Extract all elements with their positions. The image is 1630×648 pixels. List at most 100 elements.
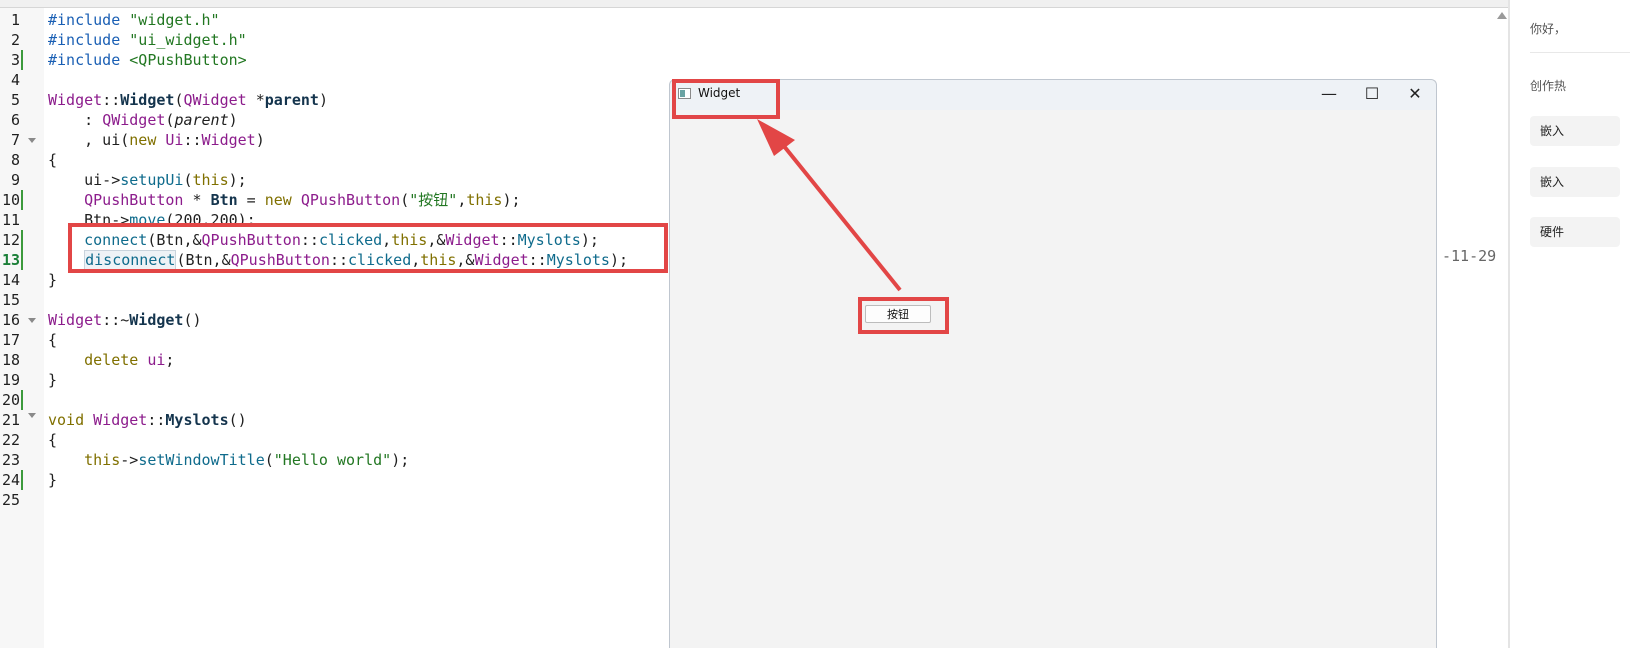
token: QWidget [183,91,247,109]
line-number: 1 [10,11,20,29]
code-line-1: #include "widget.h" [48,10,220,30]
line-number: 3 [10,51,20,69]
line-number: 16 [1,311,20,329]
token: ); [502,191,521,209]
token: ui [147,351,166,369]
token: ); [391,451,410,469]
token: ( [400,191,410,209]
line-number: 23 [1,451,20,469]
token: Widget [129,311,184,329]
token: QPushButton [300,191,401,209]
scroll-up-icon[interactable] [1497,12,1507,19]
code-line-6: : QWidget(parent) [48,110,238,130]
code-line-8: { [48,151,58,169]
line-number: 10 [1,191,20,209]
change-marker [21,390,23,410]
line-number: 15 [1,291,20,309]
close-button[interactable]: ✕ [1393,80,1437,110]
token: Widget [201,131,256,149]
line-number: 19 [1,371,20,389]
line-number: 24 [1,471,20,489]
inline-annotation: -11-29 [1442,247,1497,265]
token: :: [147,411,166,429]
change-marker [21,250,23,270]
token: () [183,311,202,329]
line-number: 8 [10,151,20,169]
token: <QPushButton> [120,51,247,69]
token: setupUi [120,171,184,189]
token: this [84,451,121,469]
code-line-18: delete ui; [48,350,174,370]
embed-button-2[interactable]: 嵌入 [1530,167,1620,197]
code-line-21: void Widget::Myslots() [48,410,247,430]
line-number: 12 [1,231,20,249]
embed-button-1[interactable]: 嵌入 [1530,116,1620,146]
token: delete [84,351,139,369]
token: () [228,411,247,429]
widget-window[interactable]: Widget — ☐ ✕ 按钮 [669,79,1437,648]
divider [1530,52,1630,53]
code-line-7: , ui(new Ui::Widget) [48,130,265,150]
code-line-10: QPushButton * Btn = new QPushButton("按钮"… [48,190,521,210]
token: : [48,111,103,129]
token: ::~ [102,311,130,329]
line-number-current: 13 [1,251,20,269]
token: "Hello world" [273,451,392,469]
code-line-3: #include <QPushButton> [48,50,247,70]
code-line-24: } [48,471,58,489]
line-number: 11 [1,211,20,229]
token: , [457,191,467,209]
token: ( [183,171,193,189]
line-number: 22 [1,431,20,449]
token: * [246,91,265,109]
token: ) [228,111,238,129]
highlight-box-window-title [672,79,780,119]
token: ui-> [48,171,121,189]
token: Myslots [165,411,229,429]
change-marker [21,50,23,70]
code-line-16: Widget::~Widget() [48,310,202,330]
editor-tab-strip [0,0,1568,8]
change-marker [21,470,23,490]
token: Widget [48,91,103,109]
code-line-23: this->setWindowTitle("Hello world"); [48,450,409,470]
line-number: 25 [1,491,20,509]
code-line-9: ui->setupUi(this); [48,170,247,190]
maximize-button[interactable]: ☐ [1350,80,1394,110]
line-number-gutter: 1 2 3 4 5 6 7 8 9 10 11 12 13 14 15 16 1… [0,8,44,648]
line-number: 20 [1,391,20,409]
hot-label: 创作热 [1530,79,1567,93]
token: "ui_widget.h" [120,31,247,49]
line-number: 18 [1,351,20,369]
token: ); [228,171,247,189]
highlight-box-button [858,297,949,334]
token: Btn [210,191,238,209]
token: Widget [120,91,175,109]
token: QPushButton [84,191,184,209]
window-titlebar[interactable]: Widget — ☐ ✕ [670,80,1436,110]
code-line-19: } [48,371,58,389]
token: #include [48,31,121,49]
code-line-22: { [48,431,58,449]
token: new [129,131,157,149]
code-line-2: #include "ui_widget.h" [48,30,247,50]
right-side-panel: 你好， 创作热 嵌入 嵌入 硬件 [1510,0,1630,648]
fold-arrow-icon[interactable] [28,138,36,143]
token: parent [174,111,229,129]
token: , ui( [48,131,130,149]
token: Widget [48,311,103,329]
token: "widget.h" [120,11,220,29]
hardware-button[interactable]: 硬件 [1530,217,1620,247]
change-marker [21,190,23,210]
line-number: 4 [10,71,20,89]
fold-arrow-icon[interactable] [28,413,36,418]
fold-arrow-icon[interactable] [28,318,36,323]
minimize-button[interactable]: — [1307,80,1351,110]
greeting-text: 你好， [1530,22,1567,36]
